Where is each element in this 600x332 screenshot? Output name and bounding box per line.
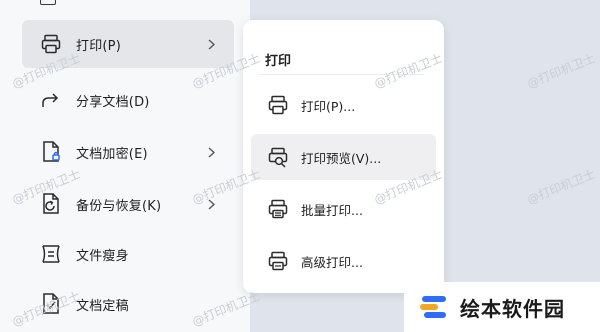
chevron-right-icon [206, 197, 216, 211]
logo-text: 绘本软件园 [460, 296, 565, 321]
chevron-right-icon [206, 37, 216, 51]
printer-icon [38, 31, 64, 57]
submenu-item-label: 批量打印... [301, 202, 363, 218]
menu-item-document-finalize[interactable]: 文档定稿 [22, 280, 234, 328]
menu-item-label: 备份与恢复(K) [76, 198, 162, 214]
print-preview-icon [265, 144, 291, 170]
submenu-item-print[interactable]: 打印(P)... [251, 82, 436, 128]
submenu-item-print-preview[interactable]: 打印预览(V)... [251, 134, 436, 180]
submenu-item-advanced-print[interactable]: 高级打印... [251, 238, 436, 284]
submenu-item-label: 打印(P)... [301, 98, 356, 114]
batch-print-icon [265, 196, 291, 222]
submenu-item-label: 高级打印... [301, 254, 363, 270]
backup-restore-icon [38, 191, 64, 217]
menu-item-label: 打印(P) [76, 38, 121, 54]
printer-icon [265, 92, 291, 118]
document-lock-icon [38, 139, 64, 165]
menu-item-document-encrypt[interactable]: 文档加密(E) [22, 128, 234, 176]
chevron-right-icon [206, 145, 216, 159]
print-submenu: 打印 打印(P)... 打印预览(V)... 批量打印... 高级打印... [243, 20, 444, 293]
submenu-item-label: 打印预览(V)... [301, 150, 382, 166]
document-finalize-icon [38, 291, 64, 317]
file-menu: 打印(P) 分享文档(D) 文档加密(E) 备份与恢复(K) 文件瘦身 文档定稿 [0, 0, 250, 332]
menu-item-label: 文档定稿 [76, 298, 129, 314]
site-logo: 绘本软件园 [404, 282, 600, 332]
menu-item-share-document[interactable]: 分享文档(D) [22, 76, 234, 124]
menu-item-file-slim[interactable]: 文件瘦身 [22, 230, 234, 278]
submenu-divider [259, 74, 424, 75]
menu-item-print[interactable]: 打印(P) [22, 20, 234, 68]
file-slim-icon [38, 241, 64, 267]
logo-mark-icon [420, 296, 446, 318]
menu-item-backup-restore[interactable]: 备份与恢复(K) [22, 180, 234, 228]
menu-item-label: 文档加密(E) [76, 146, 148, 162]
submenu-item-batch-print[interactable]: 批量打印... [251, 186, 436, 232]
advanced-print-icon [265, 248, 291, 274]
menu-item-label: 分享文档(D) [76, 94, 150, 110]
share-icon [38, 87, 64, 113]
menu-item-above-fragment [40, 0, 56, 5]
submenu-title: 打印 [265, 54, 292, 69]
menu-item-label: 文件瘦身 [76, 248, 129, 264]
